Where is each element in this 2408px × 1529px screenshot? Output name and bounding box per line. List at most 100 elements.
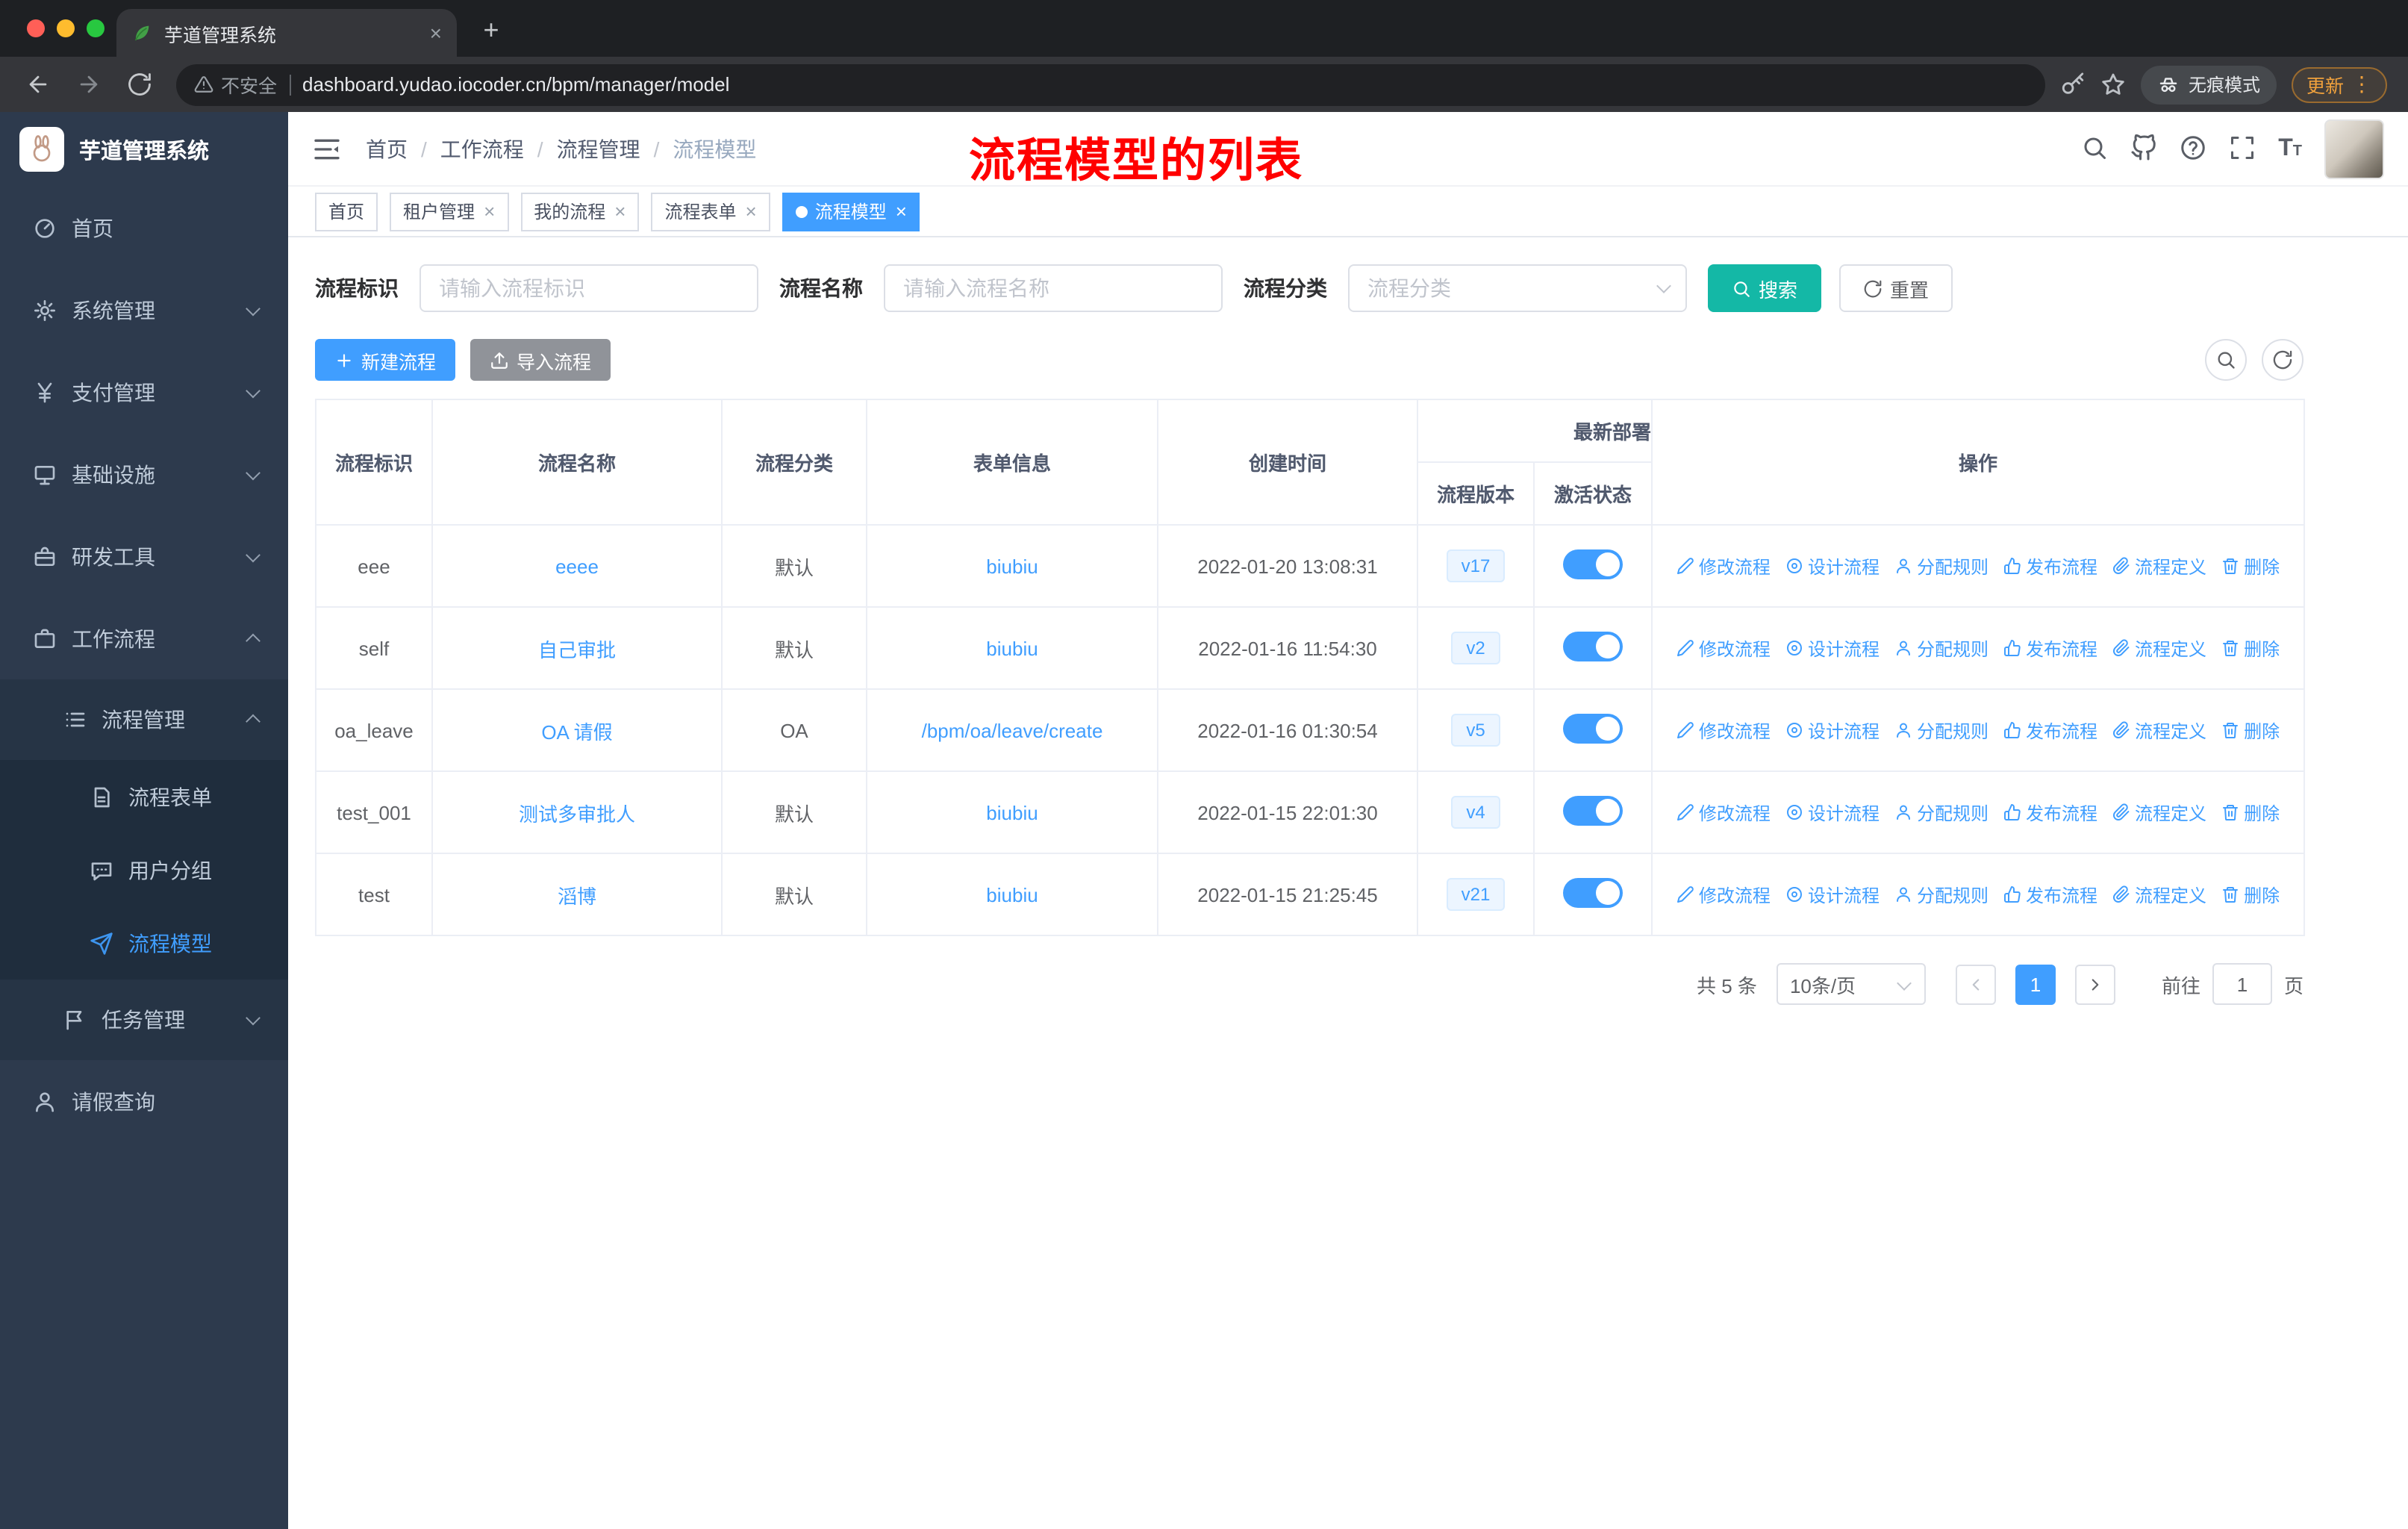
op-delete[interactable]: 删除 bbox=[2221, 717, 2280, 743]
sidebar-item-home[interactable]: 首页 bbox=[0, 187, 288, 269]
process-name-link[interactable]: 自己审批 bbox=[538, 638, 616, 661]
show-search-button[interactable] bbox=[2205, 339, 2247, 381]
security-indicator[interactable]: 不安全 bbox=[194, 70, 277, 99]
search-button[interactable]: 搜索 bbox=[1708, 264, 1822, 312]
sidebar-item-process-form[interactable]: 流程表单 bbox=[0, 760, 288, 833]
help-icon[interactable] bbox=[2180, 135, 2206, 162]
forward-button[interactable] bbox=[66, 62, 110, 107]
op-design[interactable]: 设计流程 bbox=[1785, 882, 1880, 907]
github-icon[interactable] bbox=[2130, 135, 2157, 162]
breadcrumb-process-management[interactable]: 流程管理 bbox=[557, 134, 640, 164]
user-avatar[interactable] bbox=[2324, 119, 2384, 178]
prev-page-button[interactable] bbox=[1955, 964, 1996, 1004]
op-assign[interactable]: 分配规则 bbox=[1894, 800, 1989, 825]
active-switch[interactable] bbox=[1563, 877, 1623, 907]
op-definition[interactable]: 流程定义 bbox=[2112, 800, 2206, 825]
import-process-button[interactable]: 导入流程 bbox=[470, 339, 611, 381]
tag-close-icon[interactable]: × bbox=[896, 200, 907, 222]
op-definition[interactable]: 流程定义 bbox=[2112, 553, 2206, 579]
current-page-button[interactable]: 1 bbox=[2015, 964, 2056, 1004]
minimize-window-button[interactable] bbox=[57, 19, 75, 37]
form-link[interactable]: /bpm/oa/leave/create bbox=[922, 719, 1103, 741]
filter-name-input[interactable] bbox=[884, 264, 1223, 312]
op-publish[interactable]: 发布流程 bbox=[2003, 882, 2097, 907]
op-publish[interactable]: 发布流程 bbox=[2003, 635, 2097, 661]
filter-id-input[interactable] bbox=[419, 264, 758, 312]
tag-close-icon[interactable]: × bbox=[614, 200, 626, 222]
process-name-link[interactable]: eeee bbox=[555, 555, 599, 577]
font-size-icon[interactable]: TT bbox=[2278, 135, 2302, 162]
reset-button[interactable]: 重置 bbox=[1839, 264, 1953, 312]
active-switch[interactable] bbox=[1563, 631, 1623, 661]
op-definition[interactable]: 流程定义 bbox=[2112, 882, 2206, 907]
breadcrumb-home[interactable]: 首页 bbox=[366, 134, 408, 164]
category-select-input[interactable] bbox=[1348, 264, 1687, 312]
sidebar-item-process-management[interactable]: 流程管理 bbox=[0, 679, 288, 760]
op-design[interactable]: 设计流程 bbox=[1785, 553, 1880, 579]
header-search-icon[interactable] bbox=[2081, 135, 2108, 162]
op-assign[interactable]: 分配规则 bbox=[1894, 882, 1989, 907]
sidebar-item-process-model[interactable]: 流程模型 bbox=[0, 906, 288, 980]
op-definition[interactable]: 流程定义 bbox=[2112, 717, 2206, 743]
close-window-button[interactable] bbox=[27, 19, 45, 37]
breadcrumb-workflow[interactable]: 工作流程 bbox=[440, 134, 524, 164]
op-delete[interactable]: 删除 bbox=[2221, 800, 2280, 825]
op-assign[interactable]: 分配规则 bbox=[1894, 717, 1989, 743]
browser-tab[interactable]: 芋道管理系统 × bbox=[116, 9, 457, 57]
tag-close-icon[interactable]: × bbox=[484, 200, 495, 222]
op-design[interactable]: 设计流程 bbox=[1785, 717, 1880, 743]
fullscreen-icon[interactable] bbox=[2229, 135, 2256, 162]
next-page-button[interactable] bbox=[2074, 964, 2115, 1004]
op-definition[interactable]: 流程定义 bbox=[2112, 635, 2206, 661]
tag-my-process[interactable]: 我的流程 × bbox=[520, 192, 640, 231]
op-modify[interactable]: 修改流程 bbox=[1676, 800, 1771, 825]
incognito-badge[interactable]: 无痕模式 bbox=[2140, 65, 2277, 104]
sidebar-item-infrastructure[interactable]: 基础设施 bbox=[0, 433, 288, 515]
sidebar-item-system[interactable]: 系统管理 bbox=[0, 269, 288, 351]
back-button[interactable] bbox=[15, 62, 60, 107]
sidebar-item-devtools[interactable]: 研发工具 bbox=[0, 515, 288, 597]
sidebar-item-task-management[interactable]: 任务管理 bbox=[0, 980, 288, 1060]
page-size-select[interactable]: 10条/页 bbox=[1776, 963, 1926, 1005]
op-modify[interactable]: 修改流程 bbox=[1676, 553, 1771, 579]
active-switch[interactable] bbox=[1563, 795, 1623, 825]
process-name-link[interactable]: OA 请假 bbox=[541, 720, 612, 743]
op-assign[interactable]: 分配规则 bbox=[1894, 635, 1989, 661]
process-name-link[interactable]: 滔博 bbox=[558, 885, 596, 907]
tag-process-model[interactable]: 流程模型 × bbox=[782, 192, 920, 231]
form-link[interactable]: biubiu bbox=[986, 555, 1038, 577]
sidebar-item-workflow[interactable]: 工作流程 bbox=[0, 597, 288, 679]
sidebar-item-payment[interactable]: 支付管理 bbox=[0, 351, 288, 433]
op-delete[interactable]: 删除 bbox=[2221, 882, 2280, 907]
menu-fold-icon[interactable] bbox=[312, 134, 342, 164]
op-modify[interactable]: 修改流程 bbox=[1676, 882, 1771, 907]
sidebar-item-leave-query[interactable]: 请假查询 bbox=[0, 1060, 288, 1142]
browser-menu-icon[interactable]: ⋮ bbox=[2351, 72, 2372, 97]
password-key-icon[interactable] bbox=[2060, 71, 2086, 98]
op-publish[interactable]: 发布流程 bbox=[2003, 553, 2097, 579]
address-bar[interactable]: 不安全 dashboard.yudao.iocoder.cn/bpm/manag… bbox=[176, 63, 2045, 105]
sidebar-item-user-group[interactable]: 用户分组 bbox=[0, 833, 288, 906]
goto-page-input[interactable] bbox=[2212, 963, 2272, 1005]
op-delete[interactable]: 删除 bbox=[2221, 635, 2280, 661]
filter-category-select[interactable] bbox=[1348, 264, 1687, 312]
op-publish[interactable]: 发布流程 bbox=[2003, 800, 2097, 825]
form-link[interactable]: biubiu bbox=[986, 637, 1038, 659]
op-modify[interactable]: 修改流程 bbox=[1676, 717, 1771, 743]
refresh-table-button[interactable] bbox=[2262, 339, 2303, 381]
op-design[interactable]: 设计流程 bbox=[1785, 635, 1880, 661]
chrome-update-button[interactable]: 更新 ⋮ bbox=[2291, 66, 2387, 102]
op-modify[interactable]: 修改流程 bbox=[1676, 635, 1771, 661]
op-publish[interactable]: 发布流程 bbox=[2003, 717, 2097, 743]
tag-process-form[interactable]: 流程表单 × bbox=[651, 192, 770, 231]
zoom-window-button[interactable] bbox=[87, 19, 105, 37]
tab-close-icon[interactable]: × bbox=[430, 21, 442, 45]
tag-tenant[interactable]: 租户管理 × bbox=[390, 192, 509, 231]
active-switch[interactable] bbox=[1563, 713, 1623, 743]
tag-close-icon[interactable]: × bbox=[746, 200, 757, 222]
tag-home[interactable]: 首页 bbox=[315, 192, 378, 231]
create-process-button[interactable]: 新建流程 bbox=[315, 339, 456, 381]
bookmark-star-icon[interactable] bbox=[2100, 71, 2126, 98]
op-delete[interactable]: 删除 bbox=[2221, 553, 2280, 579]
form-link[interactable]: biubiu bbox=[986, 801, 1038, 823]
